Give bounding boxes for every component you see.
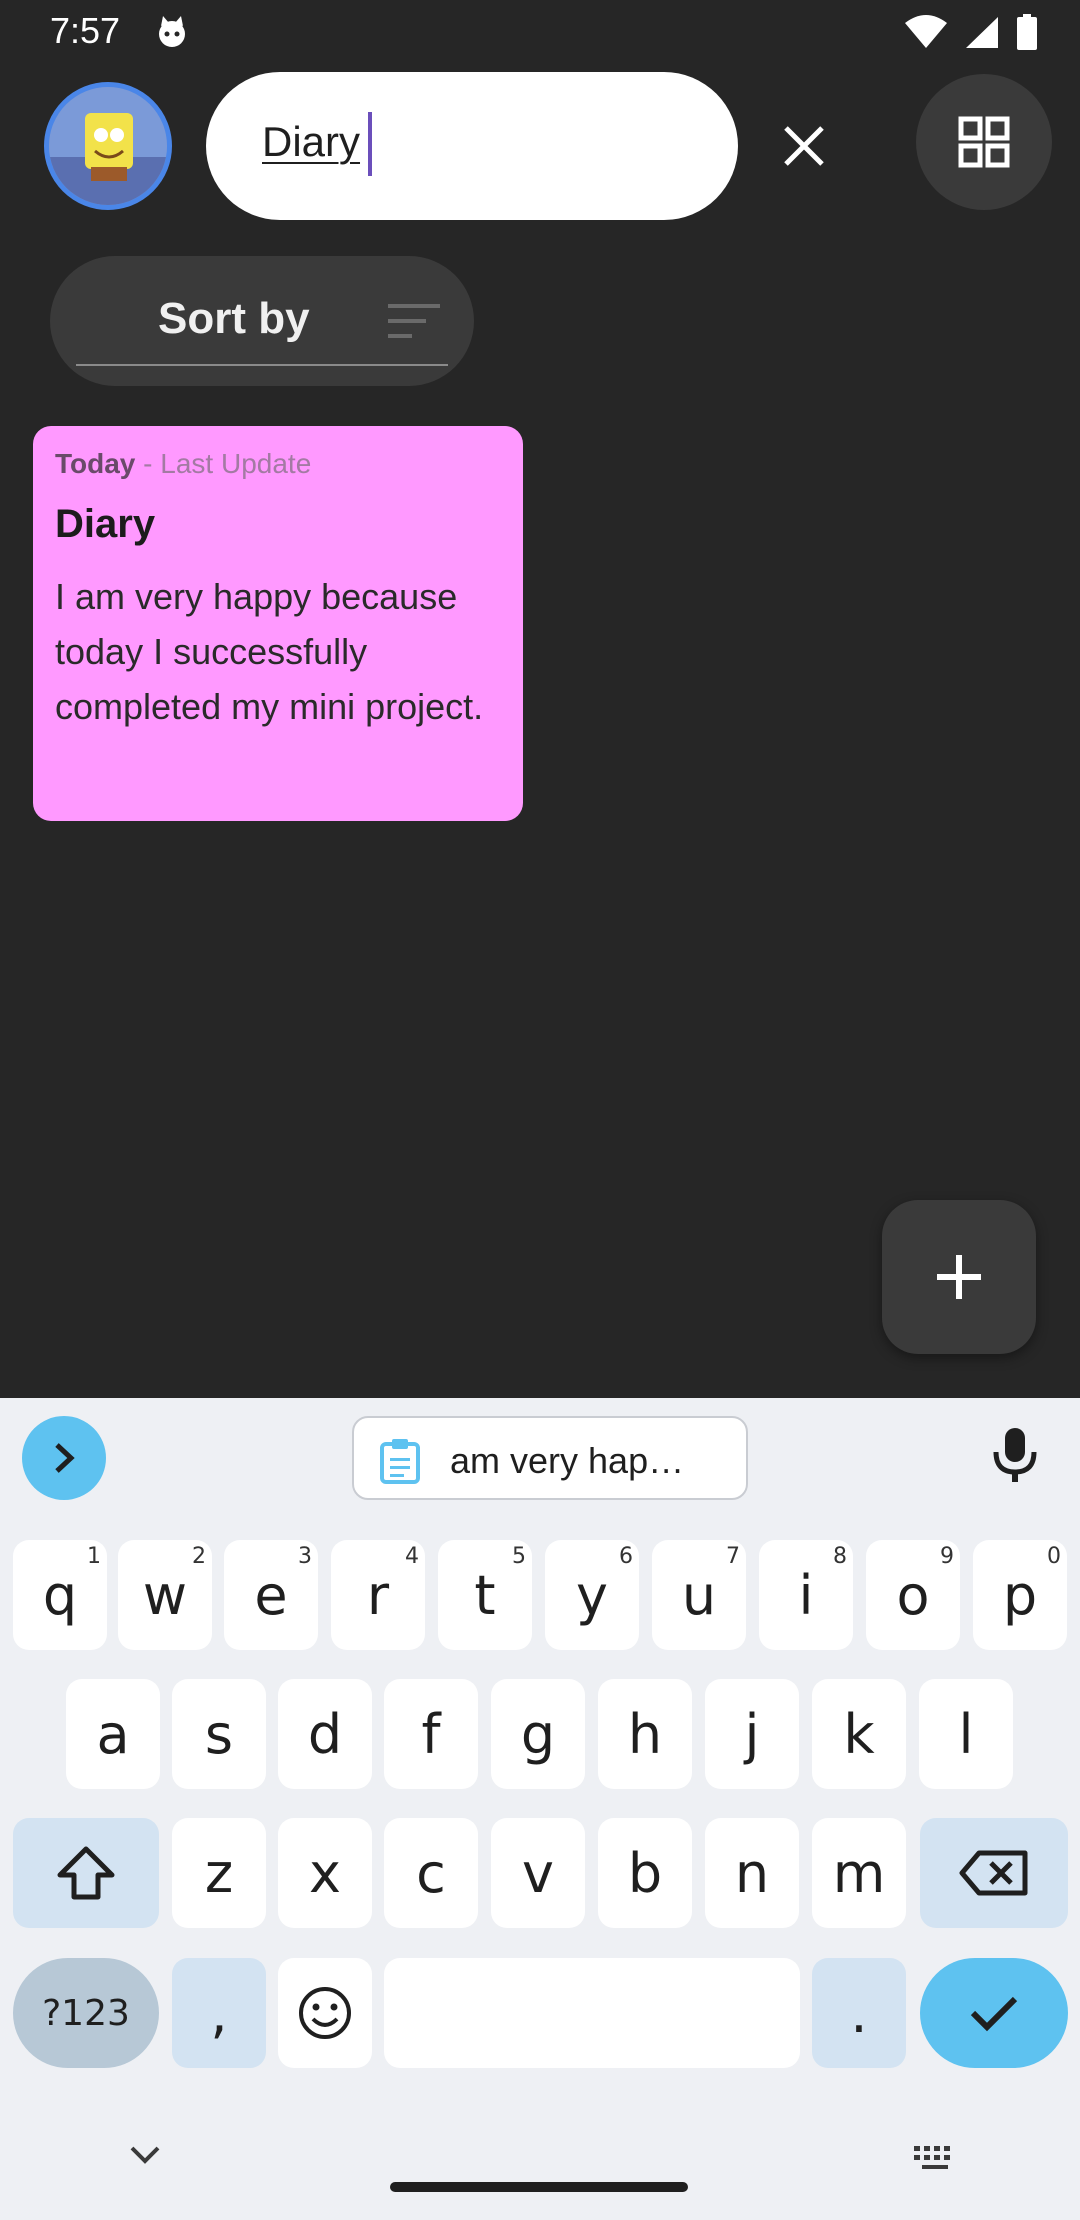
text-caret [368,112,372,176]
key-a[interactable]: a [66,1679,160,1789]
note-date: Today [55,448,136,479]
chevron-right-icon [55,1443,75,1473]
add-icon [937,1255,981,1299]
clipboard-suggestion[interactable]: am very hap… [352,1416,748,1500]
search-field[interactable]: Diary [206,72,738,220]
key-l[interactable]: l [919,1679,1013,1789]
sort-underline [76,364,448,366]
note-body: I am very happy because today I successf… [55,576,484,727]
key-d[interactable]: d [278,1679,372,1789]
key-s[interactable]: s [172,1679,266,1789]
key-f[interactable]: f [384,1679,478,1789]
key-r[interactable]: r4 [331,1540,425,1650]
key-g[interactable]: g [491,1679,585,1789]
note-meta-label: - Last Update [135,448,312,479]
profile-avatar[interactable] [44,82,172,210]
key-w[interactable]: w2 [118,1540,212,1650]
key-t[interactable]: t5 [438,1540,532,1650]
sort-by-label: Sort by [158,294,310,343]
key-u[interactable]: u7 [652,1540,746,1650]
hide-keyboard-button[interactable] [128,2144,162,2171]
signal-icon [966,17,998,48]
key-i[interactable]: i8 [759,1540,853,1650]
clipboard-icon [380,1439,420,1484]
cat-notification-icon [159,16,185,47]
emoji-key[interactable] [278,1958,372,2068]
add-note-button[interactable] [882,1200,1036,1354]
key-c[interactable]: c [384,1818,478,1928]
on-screen-keyboard: am very hap… q1 w2 e3 r4 t5 y6 u7 i8 o9 … [0,1398,1080,2220]
note-meta: Today - Last Update [55,448,501,480]
key-x[interactable]: x [278,1818,372,1928]
clear-search-button[interactable] [768,110,840,182]
keyboard-switch-button[interactable] [912,2144,958,2177]
comma-key[interactable]: , [172,1958,266,2068]
key-j[interactable]: j [705,1679,799,1789]
done-key[interactable] [920,1958,1068,2068]
search-input[interactable]: Diary [262,118,360,166]
key-v[interactable]: v [491,1818,585,1928]
key-h[interactable]: h [598,1679,692,1789]
status-time: 7:57 [50,10,121,51]
shift-icon [57,1846,115,1900]
key-m[interactable]: m [812,1818,906,1928]
backspace-key[interactable] [920,1818,1068,1928]
microphone-icon [993,1428,1037,1482]
status-icons [904,14,1038,50]
voice-input-button[interactable] [990,1426,1040,1489]
clipboard-text: am very hap… [450,1440,685,1481]
key-o[interactable]: o9 [866,1540,960,1650]
battery-icon [1017,14,1037,50]
key-k[interactable]: k [812,1679,906,1789]
note-title: Diary [55,502,156,546]
checkmark-icon [970,1996,1018,2032]
close-icon [784,126,824,166]
space-key[interactable] [384,1958,800,2068]
layout-toggle-button[interactable] [916,74,1052,210]
note-card[interactable]: Today - Last Update Diary I am very happ… [33,426,523,821]
grid-view-icon [958,116,1010,168]
key-b[interactable]: b [598,1818,692,1928]
key-q[interactable]: q1 [13,1540,107,1650]
period-key[interactable]: . [812,1958,906,2068]
symbols-key[interactable]: ?123 [13,1958,159,2068]
avatar-image [49,87,167,205]
key-z[interactable]: z [172,1818,266,1928]
key-p[interactable]: p0 [973,1540,1067,1650]
backspace-icon [959,1850,1028,1896]
emoji-icon [299,1987,351,2039]
wifi-icon [905,15,947,48]
status-bar: 7:57 [0,0,1080,64]
gesture-home-bar[interactable] [390,2182,688,2192]
chevron-down-icon [130,2146,160,2164]
key-e[interactable]: e3 [224,1540,318,1650]
sort-by-dropdown[interactable]: Sort by [50,256,474,386]
key-n[interactable]: n [705,1818,799,1928]
sort-icon [388,304,440,338]
shift-key[interactable] [13,1818,159,1928]
key-y[interactable]: y6 [545,1540,639,1650]
keyboard-expand-button[interactable] [22,1416,106,1500]
keyboard-icon [914,2146,950,2169]
